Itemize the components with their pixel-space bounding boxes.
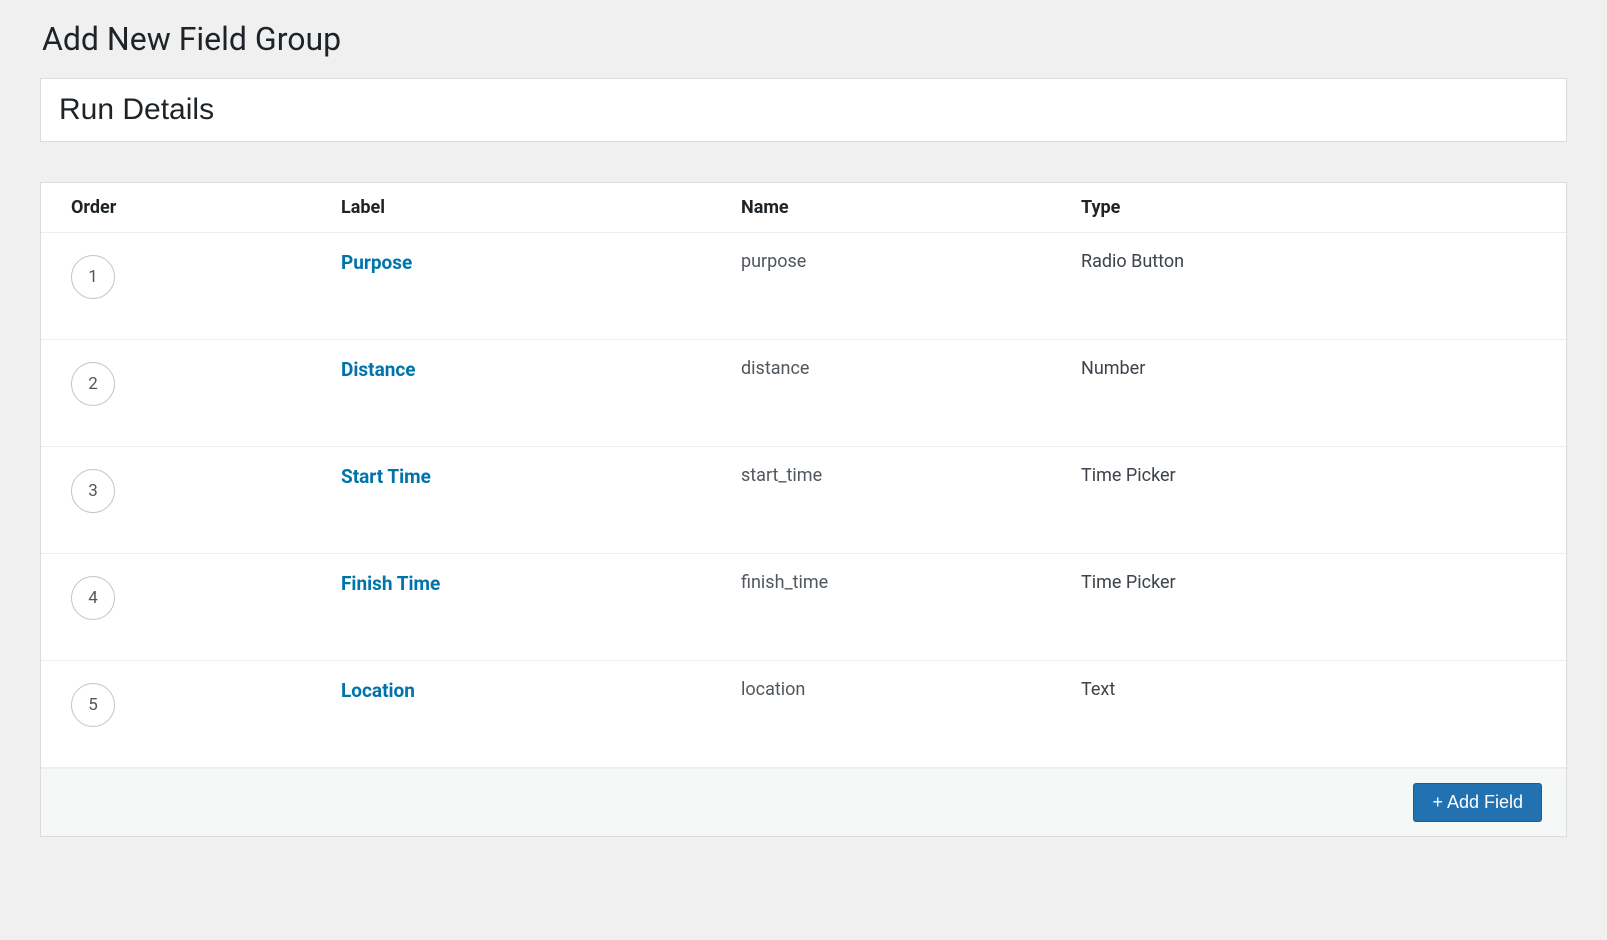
field-label-link[interactable]: Distance: [341, 358, 416, 381]
order-handle[interactable]: 2: [71, 362, 115, 406]
field-row: 1 Purpose purpose Radio Button: [41, 233, 1566, 340]
field-name: distance: [741, 358, 809, 379]
add-field-button[interactable]: + Add Field: [1413, 783, 1542, 822]
field-type: Number: [1081, 358, 1145, 379]
field-name: location: [741, 679, 805, 700]
field-label-link[interactable]: Start Time: [341, 465, 431, 488]
field-label-link[interactable]: Finish Time: [341, 572, 440, 595]
group-title-input[interactable]: [41, 79, 1566, 141]
fields-footer: + Add Field: [41, 768, 1566, 836]
field-type: Text: [1081, 679, 1115, 700]
fields-header: Order Label Name Type: [41, 183, 1566, 233]
order-handle[interactable]: 4: [71, 576, 115, 620]
field-type: Radio Button: [1081, 251, 1184, 272]
order-handle[interactable]: 3: [71, 469, 115, 513]
order-handle[interactable]: 5: [71, 683, 115, 727]
field-row: 5 Location location Text: [41, 661, 1566, 768]
field-type: Time Picker: [1081, 572, 1176, 593]
header-type: Type: [1081, 197, 1536, 218]
field-name: finish_time: [741, 572, 828, 593]
field-type: Time Picker: [1081, 465, 1176, 486]
field-label-link[interactable]: Purpose: [341, 251, 412, 274]
field-name: start_time: [741, 465, 822, 486]
field-row: 4 Finish Time finish_time Time Picker: [41, 554, 1566, 661]
order-handle[interactable]: 1: [71, 255, 115, 299]
field-name: purpose: [741, 251, 806, 272]
group-title-wrapper: [40, 78, 1567, 142]
fields-panel: Order Label Name Type 1 Purpose purpose …: [40, 182, 1567, 837]
page-title: Add New Field Group: [40, 20, 1567, 58]
field-label-link[interactable]: Location: [341, 679, 415, 702]
header-label: Label: [341, 197, 741, 218]
header-name: Name: [741, 197, 1081, 218]
field-row: 3 Start Time start_time Time Picker: [41, 447, 1566, 554]
field-row: 2 Distance distance Number: [41, 340, 1566, 447]
header-order: Order: [71, 197, 341, 218]
